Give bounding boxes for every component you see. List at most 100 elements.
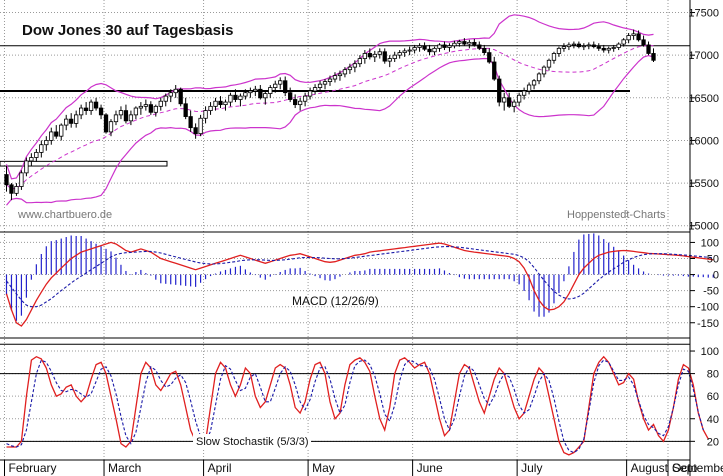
candle-body: [342, 69, 348, 75]
candle-body: [387, 58, 392, 62]
candle-body: [223, 101, 228, 106]
macd-tick-label: -50: [703, 286, 719, 298]
candle-body: [54, 131, 59, 137]
candle-body: [352, 63, 358, 68]
candle-body: [651, 53, 656, 61]
candle-body: [606, 47, 611, 51]
candle-body: [268, 87, 273, 94]
candle-body: [561, 46, 567, 49]
candle-body: [427, 48, 432, 53]
candle-body: [273, 83, 278, 88]
candle-body: [243, 92, 248, 97]
candle-body: [213, 100, 218, 107]
macd-tick-label: -100: [697, 302, 719, 314]
watermark-right: Hoppenstedt-Charts: [567, 209, 666, 221]
candle-body: [586, 44, 591, 47]
month-label: April: [208, 461, 232, 475]
candle-body: [79, 107, 84, 116]
candle-body: [293, 99, 298, 106]
candle-body: [492, 61, 497, 80]
candle-body: [641, 39, 646, 46]
candle-body: [228, 94, 233, 103]
candle-body: [183, 103, 188, 117]
candle-body: [327, 78, 333, 83]
candle-body: [238, 95, 243, 100]
candle-body: [541, 66, 547, 75]
candle-body: [24, 160, 29, 174]
month-label: February: [8, 461, 56, 475]
candle-body: [64, 118, 69, 126]
candle-body: [83, 107, 89, 112]
candle-body: [551, 53, 557, 61]
candle-body: [103, 114, 109, 133]
candle-body: [437, 44, 442, 49]
candle-body: [447, 45, 452, 48]
candle-body: [39, 144, 44, 153]
price-tick-label: 16000: [688, 135, 719, 147]
stoch-tick-label: 60: [707, 391, 719, 403]
candle-body: [69, 118, 74, 124]
candle-body: [34, 151, 39, 158]
stoch-tick-label: 20: [707, 436, 719, 448]
candle-body: [168, 92, 173, 97]
candle-body: [278, 80, 283, 85]
candle-body: [283, 80, 288, 94]
candle-body: [581, 45, 586, 48]
candle-body: [516, 94, 522, 103]
candle-body: [188, 116, 193, 129]
candle-body: [601, 47, 606, 51]
price-tick-label: 17500: [688, 8, 719, 20]
candle-body: [148, 104, 153, 113]
candle-body: [636, 33, 641, 41]
candle-body: [372, 53, 377, 58]
candle: [178, 87, 183, 107]
candle-body: [98, 107, 104, 116]
candle-body: [143, 104, 148, 107]
candle-body: [173, 88, 178, 94]
candle-body: [357, 58, 363, 65]
month-label: Octo: [672, 461, 698, 475]
candle-body: [571, 43, 577, 46]
macd-tick-label: 100: [701, 237, 719, 249]
candle-body: [526, 84, 532, 92]
macd-tick-label: 50: [707, 253, 719, 265]
candle-body: [49, 131, 54, 141]
candle-body: [218, 100, 223, 106]
candle-body: [322, 81, 328, 85]
month-label: June: [417, 461, 443, 475]
candle-body: [29, 157, 34, 162]
candle-body: [198, 117, 203, 135]
candle-body: [566, 44, 572, 48]
candle-body: [487, 52, 492, 63]
candle-body: [347, 66, 353, 71]
candle-body: [233, 94, 238, 100]
candle-body: [133, 107, 139, 116]
candle-body: [9, 184, 14, 194]
candle-body: [452, 42, 457, 47]
candle-body: [432, 47, 437, 53]
candle-body: [208, 105, 213, 112]
candle-body: [44, 140, 49, 146]
candle-body: [626, 35, 631, 41]
month-label: March: [108, 461, 141, 475]
candle-body: [337, 73, 343, 77]
candle-body: [412, 47, 417, 51]
candle-body: [312, 87, 318, 92]
macd-tick-label: 0: [713, 270, 719, 282]
month-label: August: [631, 461, 669, 475]
candle-body: [163, 95, 168, 102]
candle-body: [407, 49, 412, 52]
candle-body: [402, 50, 407, 54]
stoch-tick-label: 80: [707, 369, 719, 381]
candle-body: [93, 101, 99, 109]
candle-body: [576, 43, 581, 48]
candle-body: [477, 44, 482, 49]
candle-body: [14, 186, 19, 194]
stoch-tick-label: 40: [707, 414, 719, 426]
macd-tick-label: -150: [697, 318, 719, 330]
candle-body: [123, 110, 129, 122]
watermark-left: www.chartbuero.de: [17, 209, 112, 221]
candle-body: [158, 100, 163, 107]
candle-body: [203, 110, 208, 119]
stoch-tick-label: 100: [701, 346, 719, 358]
